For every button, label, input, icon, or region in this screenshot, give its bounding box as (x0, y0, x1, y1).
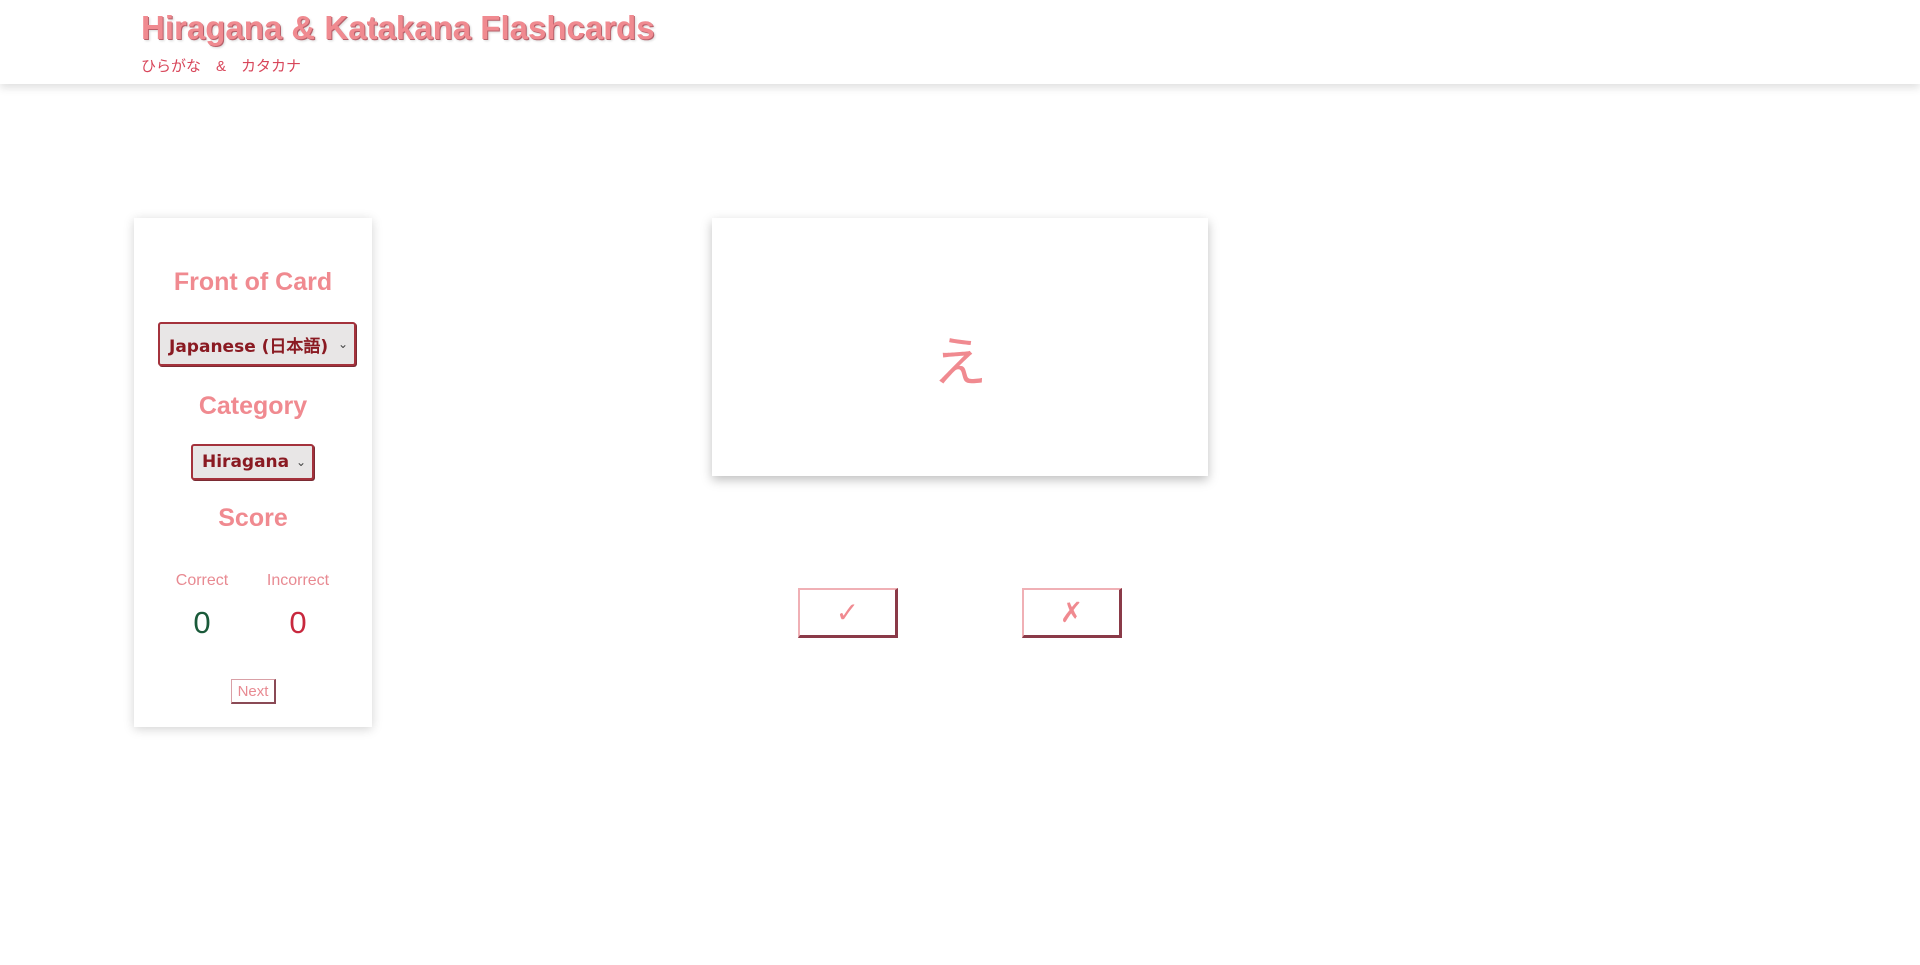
category-heading: Category (198, 392, 308, 420)
front-of-card-select-value: Japanese (日本語) (169, 336, 329, 357)
check-icon: ✓ (835, 596, 860, 629)
score-heading: Score (218, 504, 288, 532)
front-of-card-select[interactable]: Japanese (日本語) ⌄ (158, 322, 356, 366)
next-button[interactable]: Next (231, 679, 276, 704)
category-select[interactable]: Hiragana ⌄ (191, 444, 314, 480)
chevron-down-icon: ⌄ (337, 337, 348, 351)
app-title: Hiragana & Katakana Flashcards (141, 9, 655, 46)
mark-correct-button[interactable]: ✓ (798, 588, 898, 638)
cross-icon: ✗ (1059, 596, 1084, 629)
mark-incorrect-button[interactable]: ✗ (1022, 588, 1122, 638)
flashcard-character: え (933, 330, 987, 394)
chevron-down-icon: ⌄ (295, 455, 306, 469)
header: Hiragana & Katakana Flashcards ひらがな & カタ… (0, 0, 1920, 84)
correct-count: 0 (193, 605, 211, 640)
incorrect-count: 0 (289, 605, 307, 640)
category-select-value: Hiragana (202, 452, 290, 472)
correct-label: Correct (175, 572, 229, 589)
front-of-card-heading: Front of Card (173, 268, 333, 296)
flashcard[interactable]: え (712, 218, 1208, 476)
app-subtitle: ひらがな & カタカナ (141, 58, 302, 75)
settings-panel: Front of Card Japanese (日本語) ⌄ Category … (134, 218, 372, 727)
incorrect-label: Incorrect (266, 572, 330, 589)
